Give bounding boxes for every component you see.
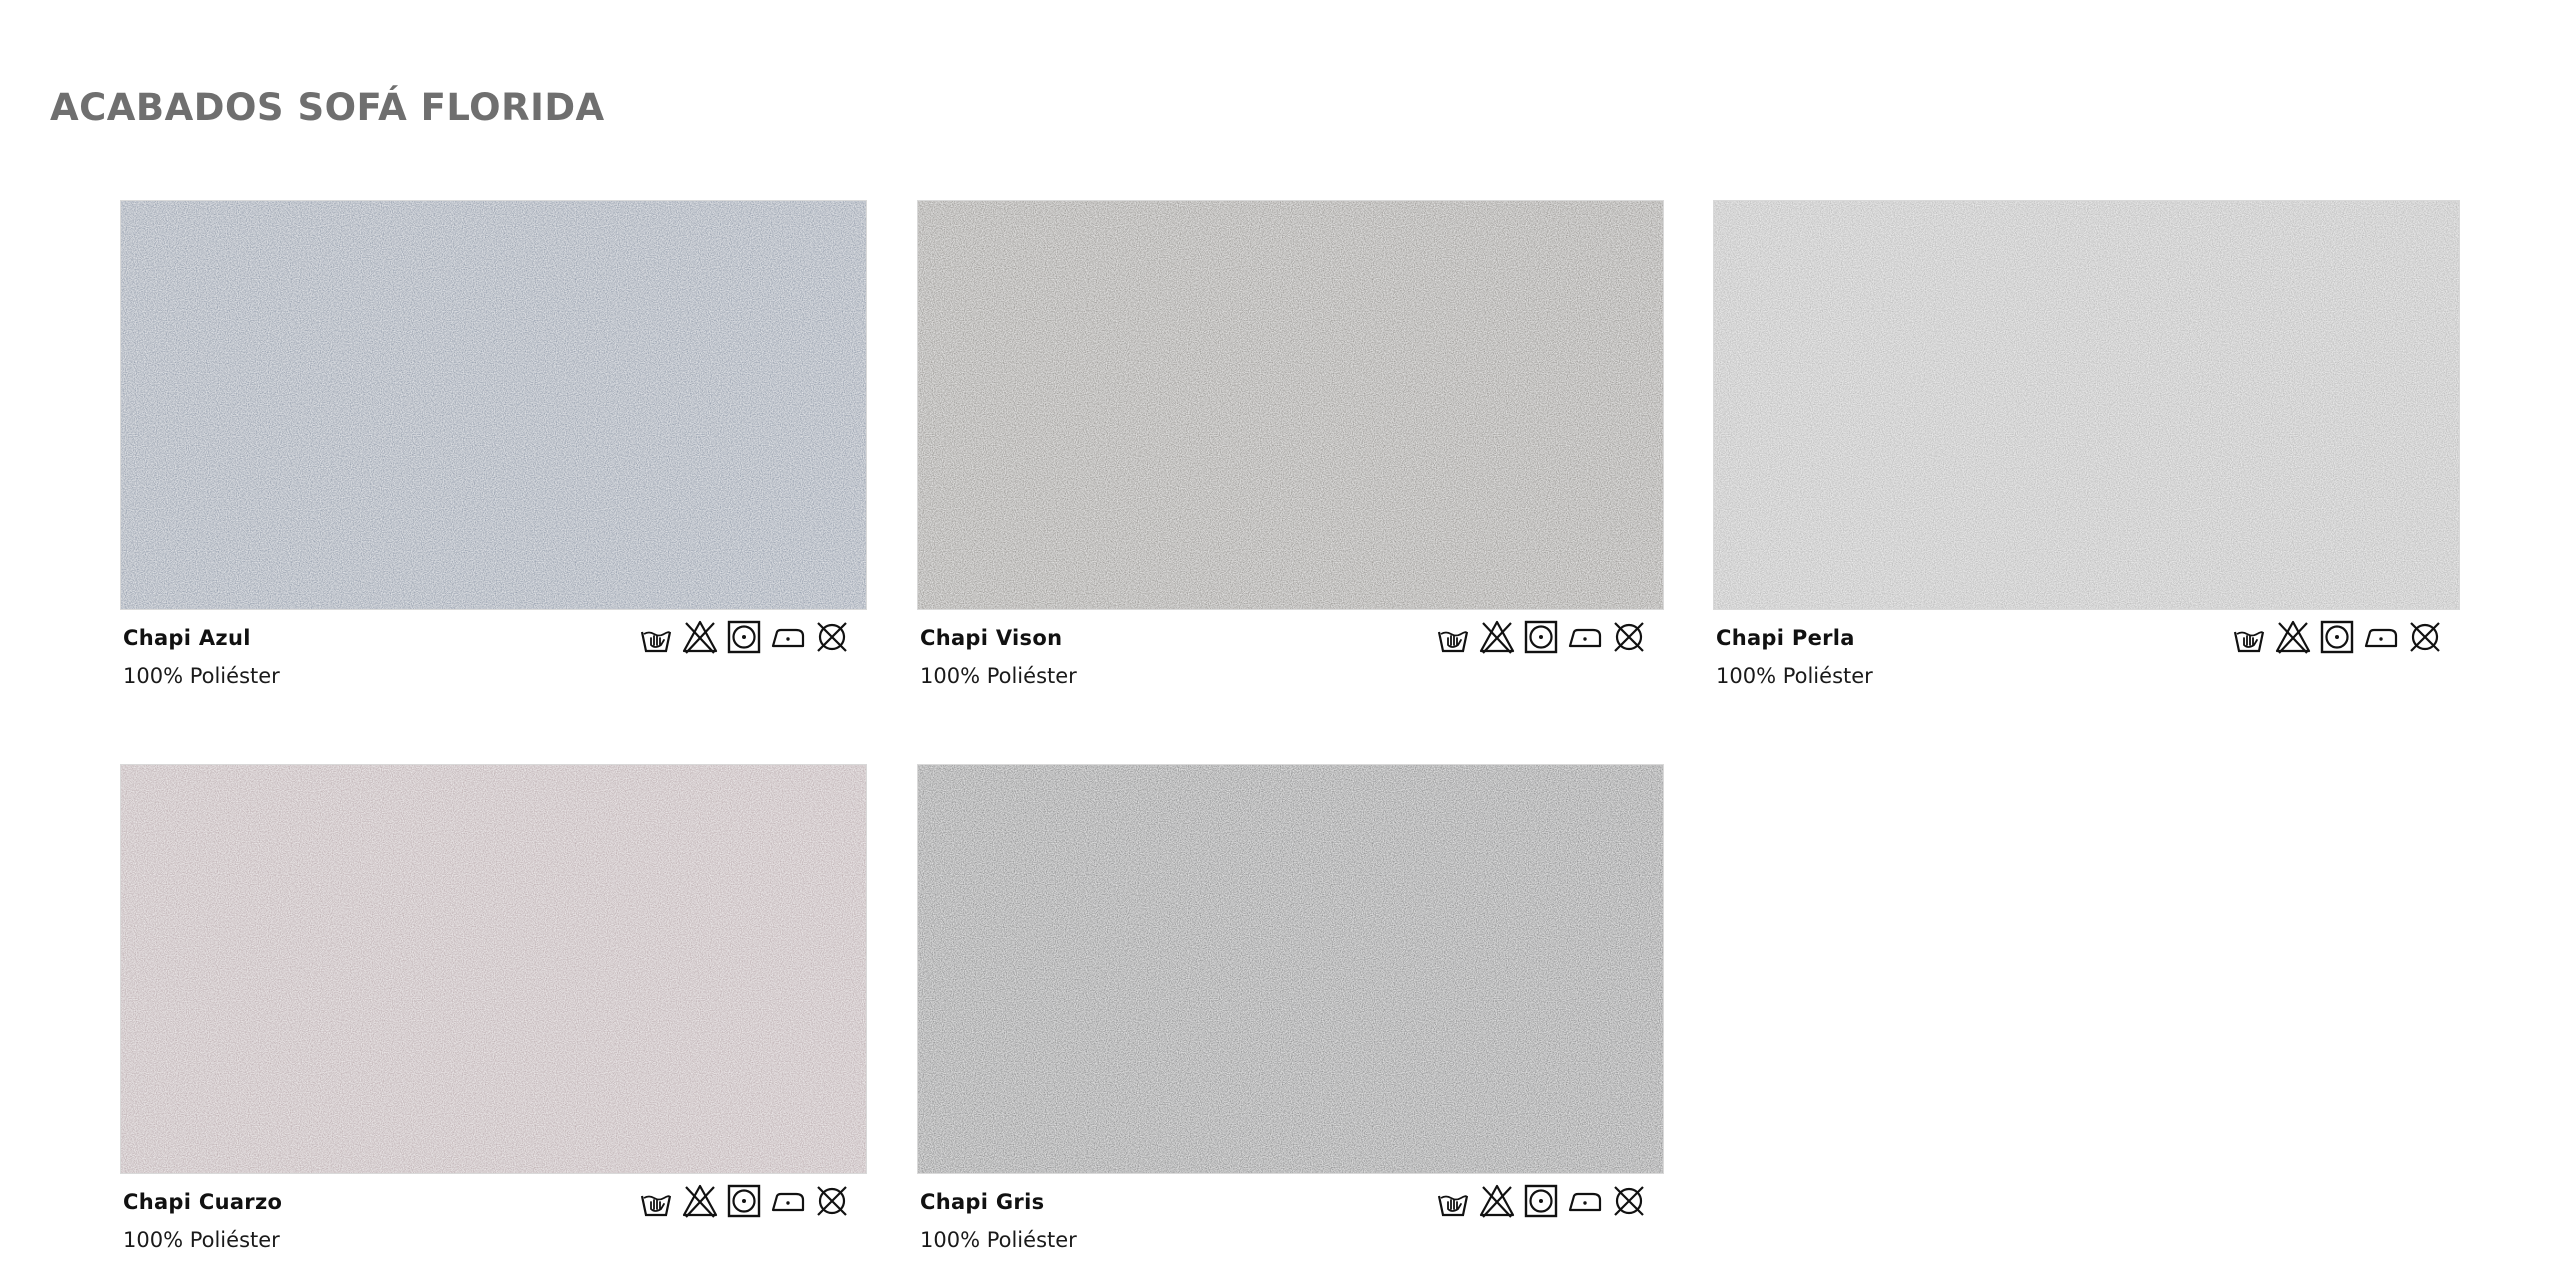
do-not-dry-clean-icon: [813, 618, 851, 656]
fabric-name: Chapi Gris: [920, 1190, 1045, 1214]
fabric-card-chapi-vison[interactable]: Chapi Vison 100% Poliéster: [917, 200, 1664, 688]
fabric-name: Chapi Azul: [123, 626, 251, 650]
fabric-swatch[interactable]: [120, 200, 867, 610]
fabric-card-chapi-cuarzo[interactable]: Chapi Cuarzo 100% Poliéster: [120, 764, 867, 1252]
hand-wash-icon: [637, 1182, 675, 1220]
care-icons: [2230, 618, 2444, 656]
tumble-dry-icon: [2318, 618, 2356, 656]
fabric-composition: 100% Poliéster: [920, 664, 1077, 688]
hand-wash-icon: [1434, 618, 1472, 656]
fabric-card-chapi-gris[interactable]: Chapi Gris 100% Poliéster: [917, 764, 1664, 1252]
fabric-composition: 100% Poliéster: [920, 1228, 1077, 1252]
do-not-bleach-icon: [1478, 1182, 1516, 1220]
tumble-dry-icon: [1522, 618, 1560, 656]
fabric-card-chapi-azul[interactable]: Chapi Azul 100% Poliéster: [120, 200, 867, 688]
iron-low-icon: [1566, 1182, 1604, 1220]
page-title: ACABADOS SOFÁ FLORIDA: [50, 86, 605, 129]
fabric-card-chapi-perla[interactable]: Chapi Perla 100% Poliéster: [1713, 200, 2460, 688]
iron-low-icon: [769, 618, 807, 656]
do-not-bleach-icon: [2274, 618, 2312, 656]
fabric-composition: 100% Poliéster: [123, 664, 280, 688]
fabric-swatch[interactable]: [917, 764, 1664, 1174]
fabric-composition: 100% Poliéster: [1716, 664, 1873, 688]
fabric-name: Chapi Vison: [920, 626, 1063, 650]
fabric-name: Chapi Cuarzo: [123, 1190, 283, 1214]
do-not-dry-clean-icon: [2406, 618, 2444, 656]
hand-wash-icon: [1434, 1182, 1472, 1220]
iron-low-icon: [2362, 618, 2400, 656]
tumble-dry-icon: [1522, 1182, 1560, 1220]
do-not-bleach-icon: [681, 1182, 719, 1220]
care-icons: [1434, 1182, 1648, 1220]
fabric-swatch[interactable]: [1713, 200, 2460, 610]
care-icons: [637, 618, 851, 656]
fabric-composition: 100% Poliéster: [123, 1228, 280, 1252]
fabric-swatch[interactable]: [917, 200, 1664, 610]
care-icons: [1434, 618, 1648, 656]
fabric-swatch[interactable]: [120, 764, 867, 1174]
do-not-dry-clean-icon: [1610, 618, 1648, 656]
do-not-dry-clean-icon: [1610, 1182, 1648, 1220]
fabric-name: Chapi Perla: [1716, 626, 1855, 650]
care-icons: [637, 1182, 851, 1220]
tumble-dry-icon: [725, 618, 763, 656]
do-not-bleach-icon: [1478, 618, 1516, 656]
iron-low-icon: [769, 1182, 807, 1220]
tumble-dry-icon: [725, 1182, 763, 1220]
hand-wash-icon: [2230, 618, 2268, 656]
hand-wash-icon: [637, 618, 675, 656]
do-not-dry-clean-icon: [813, 1182, 851, 1220]
do-not-bleach-icon: [681, 618, 719, 656]
iron-low-icon: [1566, 618, 1604, 656]
